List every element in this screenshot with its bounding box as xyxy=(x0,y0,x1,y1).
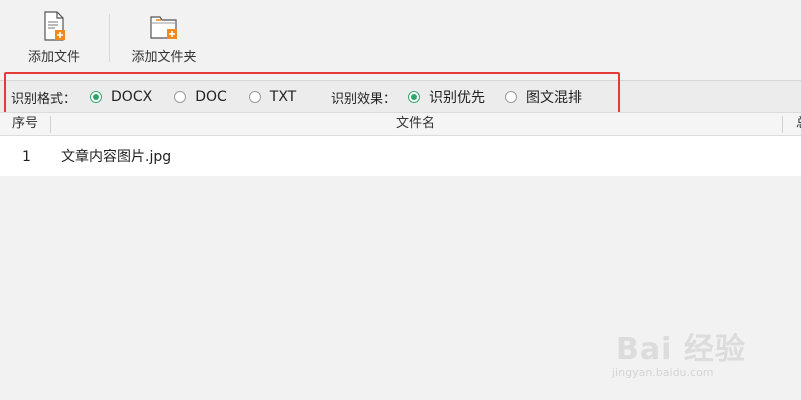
toolbar: 添加文件 添加文件夹 xyxy=(0,0,801,80)
add-file-icon xyxy=(44,11,65,41)
format-radio-doc[interactable]: DOC xyxy=(174,89,227,105)
radio-unchecked-icon xyxy=(505,91,518,103)
effect-radio-recognition-first[interactable]: 识别优先 xyxy=(408,87,485,107)
format-radio-label: DOC xyxy=(195,89,227,105)
add-file-button[interactable]: 添加文件 xyxy=(22,0,86,78)
file-list: 1 文章内容图片.jpg xyxy=(0,136,801,176)
column-header-more[interactable]: 总 xyxy=(796,113,801,135)
radio-checked-icon xyxy=(90,91,103,103)
add-folder-icon xyxy=(150,16,177,39)
format-radio-label: TXT xyxy=(269,89,297,105)
watermark: Bai 经验 jingyan.baidu.com xyxy=(612,312,762,382)
format-radio-txt[interactable]: TXT xyxy=(248,89,297,105)
radio-checked-icon xyxy=(408,91,421,103)
radio-unchecked-icon xyxy=(248,91,261,103)
format-group: 识别格式： DOCX DOC TXT xyxy=(11,81,296,113)
row-filename: 文章内容图片.jpg xyxy=(61,149,172,165)
column-divider[interactable] xyxy=(50,116,51,133)
column-header-index[interactable]: 序号 xyxy=(12,113,38,135)
column-header-filename[interactable]: 文件名 xyxy=(396,113,435,135)
options-bar: 识别格式： DOCX DOC TXT 识别效果： 识别优先 图文混排 xyxy=(0,80,801,112)
add-folder-button[interactable]: 添加文件夹 xyxy=(124,0,204,78)
table-row[interactable]: 1 文章内容图片.jpg xyxy=(0,136,801,176)
radio-unchecked-icon xyxy=(174,91,187,103)
add-folder-label: 添加文件夹 xyxy=(131,50,197,65)
effect-radio-label: 图文混排 xyxy=(526,90,583,106)
toolbar-divider xyxy=(109,14,110,62)
add-file-label: 添加文件 xyxy=(27,50,80,65)
table-header: 序号 文件名 总 xyxy=(0,112,801,136)
column-divider[interactable] xyxy=(782,116,783,133)
effect-label: 识别效果： xyxy=(331,91,397,107)
watermark-brand: Bai 经验 xyxy=(616,332,746,367)
effect-radio-mixed-layout[interactable]: 图文混排 xyxy=(505,87,582,107)
format-label: 识别格式： xyxy=(11,91,77,107)
effect-group: 识别效果： 识别优先 图文混排 xyxy=(331,81,582,113)
watermark-domain: jingyan.baidu.com xyxy=(612,366,714,379)
effect-radio-label: 识别优先 xyxy=(429,90,486,106)
row-index: 1 xyxy=(22,149,31,165)
format-radio-docx[interactable]: DOCX xyxy=(90,89,152,105)
format-radio-label: DOCX xyxy=(111,89,153,105)
